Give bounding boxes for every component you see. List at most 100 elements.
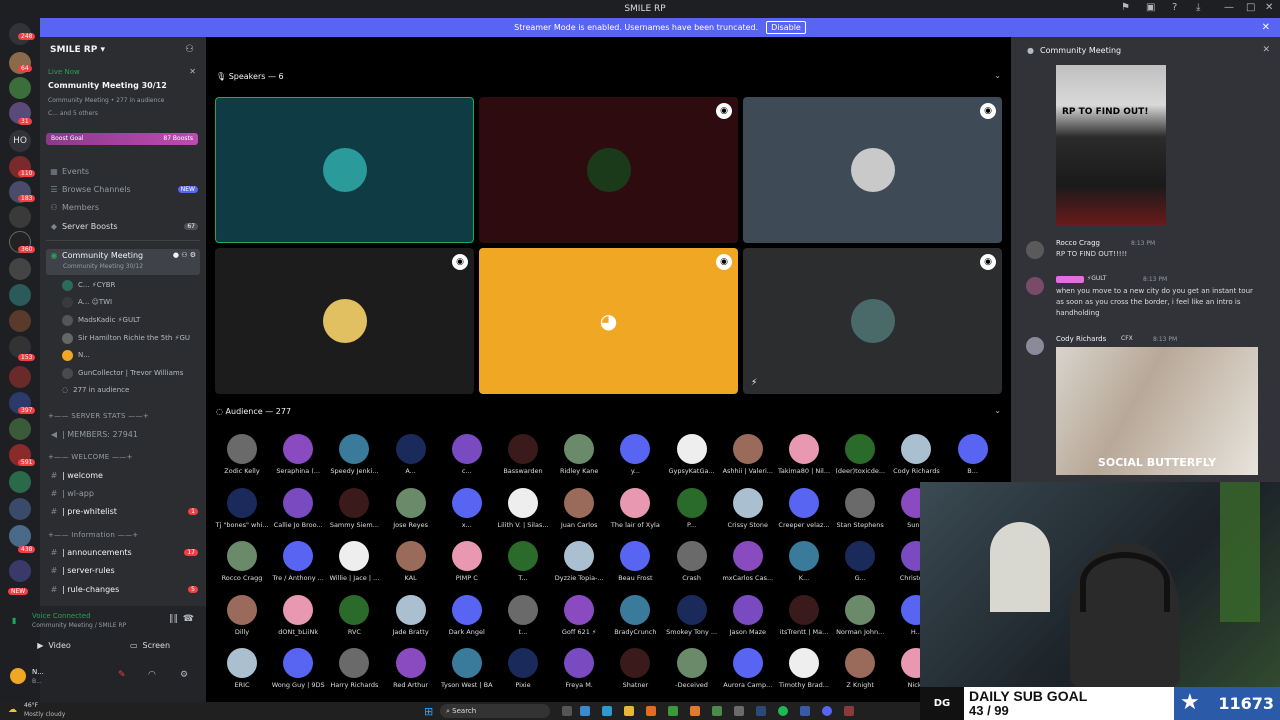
firefox-icon[interactable] [646, 706, 656, 716]
audience-member[interactable]: P... [664, 487, 720, 529]
audience-member[interactable]: Callie Jo Broo... [270, 487, 326, 529]
audience-member[interactable]: (deer)toxicde... [832, 434, 888, 475]
category-welcome[interactable]: +—— WELCOME ——+ [48, 453, 133, 461]
server-icon[interactable] [9, 498, 31, 520]
screen-button[interactable]: ▭ Screen [110, 638, 190, 652]
audience-member[interactable]: Beau Frost [607, 541, 663, 582]
nav-browse-channels[interactable]: ☰ Browse Channels NEW [46, 181, 200, 197]
audience-member[interactable]: Creeper velaz... [776, 487, 832, 529]
monitor-icon[interactable]: ▣ [1146, 2, 1155, 13]
app-icon[interactable] [734, 706, 744, 716]
speaker-tile[interactable]: ◕ ◉ [479, 248, 738, 394]
audience-member[interactable]: y... [607, 434, 663, 475]
chevron-down-icon[interactable]: ⌄ [994, 71, 1001, 80]
audience-member[interactable]: Sammy Siem... [326, 487, 382, 529]
audience-member[interactable]: GypsyKatGa... [664, 434, 720, 475]
disable-button[interactable]: Disable [766, 21, 806, 34]
audience-member[interactable]: Cody Richards [888, 434, 944, 475]
nav-events[interactable]: ▦ Events [46, 163, 200, 179]
audience-member[interactable]: Harry Richards [326, 648, 382, 689]
audience-member[interactable]: -Deceived [664, 648, 720, 689]
close-button[interactable]: ✕ [1265, 2, 1273, 13]
category-server-stats[interactable]: +—— SERVER STATS ——+ [48, 412, 149, 420]
audience-member[interactable]: Stan Stephens [832, 487, 888, 529]
audience-member[interactable]: A... [383, 434, 439, 475]
channel-server-rules[interactable]: # | server-rules [46, 562, 200, 578]
audience-member[interactable]: BradyCrunch [607, 594, 663, 636]
audience-member[interactable]: Tre / Anthony ... [270, 541, 326, 582]
audience-member[interactable]: Rocco Cragg [214, 541, 270, 582]
audience-member[interactable]: Ridley Kane [551, 434, 607, 475]
audience-member[interactable]: K... [776, 541, 832, 582]
audience-member[interactable]: itsTrentt | Ma... [776, 594, 832, 636]
nav-members[interactable]: ⚇ Members [46, 199, 200, 215]
audience-member[interactable]: Pixie [495, 648, 551, 689]
close-icon[interactable]: ✕ [1262, 45, 1270, 55]
server-icon[interactable] [9, 310, 31, 332]
audience-member[interactable]: t... [495, 594, 551, 636]
category-information[interactable]: +—— Information ——+ [48, 531, 138, 539]
app-icon[interactable] [668, 706, 678, 716]
task-view-icon[interactable] [562, 706, 572, 716]
minimize-button[interactable]: — [1224, 2, 1234, 13]
audience-member[interactable]: Dark Angel [439, 594, 495, 636]
audience-member[interactable]: T... [495, 541, 551, 582]
audience-member[interactable]: Z Knight [832, 648, 888, 689]
files-icon[interactable] [624, 706, 634, 716]
server-icon[interactable] [9, 258, 31, 280]
audience-member[interactable]: Lilith V. | Silas... [495, 487, 551, 529]
server-icon[interactable] [9, 471, 31, 493]
audience-member[interactable]: Juan Carlos [551, 487, 607, 529]
speaker-tile[interactable]: ◉ [215, 248, 474, 394]
download-icon[interactable]: ⤓ [1196, 2, 1200, 13]
stage-user[interactable]: GunCollector | Trevor Williams [62, 366, 183, 380]
server-icon[interactable] [9, 206, 31, 228]
app-icon[interactable] [690, 706, 700, 716]
audience-member[interactable]: Dilly [214, 594, 270, 636]
channel-welcome[interactable]: # | welcome [46, 467, 200, 483]
audience-member[interactable]: Crissy Stone [720, 487, 776, 529]
audience-member[interactable]: dONt_bLiiNk [270, 594, 326, 636]
app-icon[interactable] [712, 706, 722, 716]
settings-icon[interactable]: ⚙ [180, 670, 188, 680]
audience-member[interactable]: Jason Maze [720, 594, 776, 636]
gif-attachment[interactable]: SOCIAL BUTTERFLY [1056, 347, 1258, 475]
audience-member[interactable]: Seraphina (... [270, 434, 326, 475]
stage-user[interactable]: MadsKadic ⚡GULT [62, 313, 140, 327]
audience-member[interactable]: G... [832, 541, 888, 582]
audience-member[interactable]: Wong Guy | 9DS [270, 648, 326, 689]
audience-member[interactable]: Tj "bones" whi... [214, 487, 270, 529]
audience-member[interactable]: Takima80 | Nil... [776, 434, 832, 475]
taskbar-search[interactable]: ⌕ Search [440, 704, 550, 718]
audience-member[interactable]: Shatner [607, 648, 663, 689]
audience-member[interactable]: Timothy Brad... [776, 648, 832, 689]
audience-member[interactable]: Smokey Tony ... [664, 594, 720, 636]
noise-icon[interactable]: ‖‖ [169, 614, 178, 624]
audience-member[interactable]: Jose Reyes [383, 487, 439, 529]
audience-member[interactable]: Jade Bratty [383, 594, 439, 636]
app-icon[interactable] [800, 706, 810, 716]
inbox-icon[interactable]: ⚑ [1121, 2, 1130, 13]
stage-user[interactable]: C... ⚡CYBR [62, 278, 115, 292]
audience-member[interactable]: Aurora Camp... [720, 648, 776, 689]
speaker-tile[interactable]: ◉ ⚡ [743, 248, 1002, 394]
server-icon[interactable] [9, 525, 31, 547]
server-icon[interactable] [9, 366, 31, 388]
speaker-tile[interactable] [215, 97, 474, 243]
audience-member[interactable]: Ashhii | Valeri... [720, 434, 776, 475]
edge-icon[interactable] [602, 706, 612, 716]
stage-user[interactable]: Sir Hamilton Richie the 5th ⚡GU [62, 331, 190, 345]
user-avatar[interactable] [10, 668, 26, 684]
audience-member[interactable]: Dyzzie Topia-... [551, 541, 607, 582]
close-icon[interactable]: ✕ [189, 67, 196, 76]
boost-goal-bar[interactable]: Boost Goal 87 Boosts [46, 133, 198, 145]
video-button[interactable]: ▶ Video [14, 638, 94, 652]
audience-member[interactable]: Basswarden [495, 434, 551, 475]
audience-member[interactable]: Zodic Kelly [214, 434, 270, 475]
audience-member[interactable]: B... [945, 434, 1001, 475]
speakers-header[interactable]: 🎙 Speakers — 6 [216, 72, 284, 81]
server-icon[interactable] [9, 418, 31, 440]
close-icon[interactable]: ✕ [1262, 22, 1270, 33]
audience-member[interactable]: KAL [383, 541, 439, 582]
spotify-icon[interactable] [778, 706, 788, 716]
